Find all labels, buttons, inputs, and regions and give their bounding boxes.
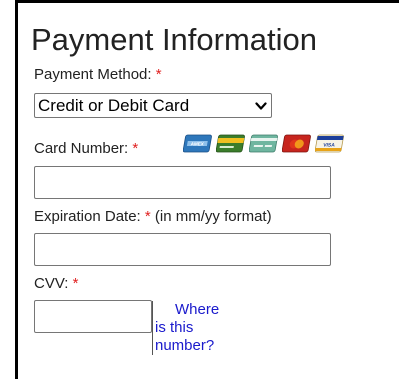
cvv-help-link-line1: Where [175,301,220,318]
required-asterisk: * [132,140,139,157]
svg-text:VISA: VISA [323,143,336,149]
svg-text:AMEX: AMEX [190,141,204,146]
discover-card-icon [216,134,245,153]
cvv-help-link-line2: is this [155,319,194,336]
cvv-help-link[interactable]: Where is this number? [152,301,227,355]
payment-method-select[interactable]: Credit or Debit Card [34,93,272,118]
page-title: Payment Information [31,22,318,57]
expiration-date-label: Expiration Date: * (in mm/yy format) [34,208,272,226]
required-asterisk: * [144,208,151,225]
card-number-label: Card Number: * [34,140,138,158]
generic-card-icon [249,134,278,153]
cvv-input[interactable] [34,300,152,333]
required-asterisk: * [155,66,162,83]
payment-method-label: Payment Method: * [34,66,162,84]
visa-card-icon: VISA [315,134,344,153]
payment-method-label-text: Payment Method: [34,66,152,83]
card-number-label-text: Card Number: [34,140,129,157]
expiration-date-input[interactable] [34,233,331,266]
expiration-date-label-text: Expiration Date: [34,208,141,225]
cvv-label: CVV: * [34,275,78,293]
payment-method-selected-value: Credit or Debit Card [38,96,190,115]
mastercard-card-icon [282,134,311,153]
required-asterisk: * [72,275,79,292]
cvv-help-link-line3: number? [155,337,215,354]
cvv-label-text: CVV: [34,275,69,292]
expiration-format-hint: (in mm/yy format) [154,208,272,225]
amex-card-icon: AMEX [183,134,212,153]
chevron-down-icon [255,102,267,110]
card-number-input[interactable] [34,166,331,199]
